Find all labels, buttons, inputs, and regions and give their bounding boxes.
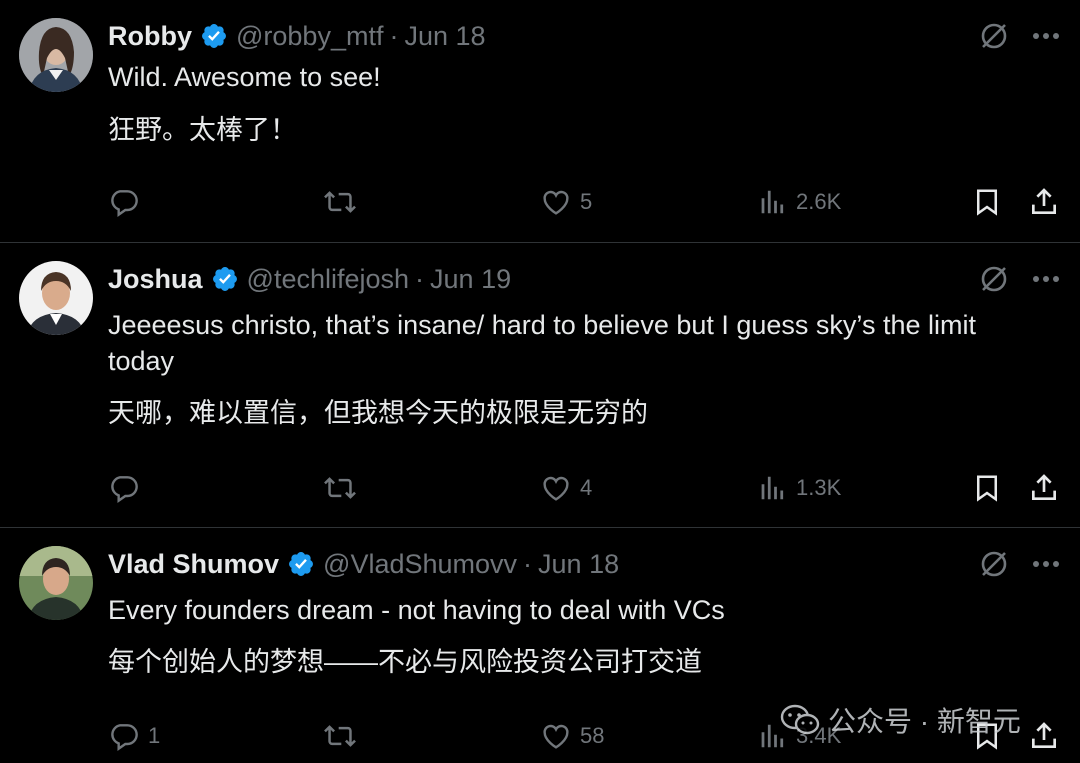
header-actions xyxy=(978,548,1060,580)
retweet-button[interactable] xyxy=(323,184,357,220)
avatar[interactable] xyxy=(19,546,93,620)
bookmark-button[interactable] xyxy=(972,470,1002,506)
share-button[interactable] xyxy=(1028,470,1060,506)
verified-badge-icon xyxy=(289,552,313,576)
header-actions xyxy=(978,20,1060,52)
heart-icon xyxy=(543,476,569,501)
retweet-button[interactable] xyxy=(323,718,357,754)
like-count: 5 xyxy=(580,189,593,214)
reply-icon xyxy=(111,724,138,751)
author-name[interactable]: Robby xyxy=(108,21,192,52)
views-button[interactable]: 2.6K xyxy=(758,184,841,220)
bookmark-icon xyxy=(977,475,997,502)
tweet-translation: 天哪，难以置信，但我想今天的极限是无穷的 xyxy=(108,398,648,428)
retweet-icon xyxy=(324,725,356,747)
views-chart-icon xyxy=(761,476,784,500)
views-button[interactable]: 1.3K xyxy=(758,470,841,506)
tweet-actions: 5 2.6K xyxy=(108,184,1080,220)
separator: · xyxy=(415,263,425,294)
like-count: 58 xyxy=(580,723,605,748)
wechat-icon xyxy=(780,704,820,735)
tweet-date[interactable]: Jun 18 xyxy=(538,549,619,580)
reply-icon xyxy=(111,476,138,503)
share-icon xyxy=(1032,188,1056,214)
header-actions xyxy=(978,263,1060,295)
bookmark-icon xyxy=(977,189,997,216)
avatar[interactable] xyxy=(19,261,93,335)
grok-icon[interactable] xyxy=(978,548,1010,580)
more-icon[interactable] xyxy=(1032,32,1060,40)
tweet-robby[interactable]: Robby @robby_mtf · Jun 18 Wild. Awesome … xyxy=(0,0,1080,242)
view-count: 2.6K xyxy=(796,189,842,214)
retweet-button[interactable] xyxy=(323,470,357,506)
tweet-actions: 4 1.3K xyxy=(108,470,1080,506)
separator: · xyxy=(523,548,533,579)
retweet-icon xyxy=(324,191,356,213)
like-count: 4 xyxy=(580,475,593,500)
author-name[interactable]: Joshua xyxy=(108,264,203,295)
heart-icon xyxy=(543,190,569,215)
tweet-text: Jeeeesus christo, that’s insane/ hard to… xyxy=(108,310,976,376)
avatar[interactable] xyxy=(19,18,93,92)
tweet-text: Every founders dream - not having to dea… xyxy=(108,595,725,625)
share-button[interactable] xyxy=(1028,718,1060,754)
tweet-text: Wild. Awesome to see! xyxy=(108,62,381,92)
watermark: 公众号 · 新智元 xyxy=(780,700,1021,740)
separator: · xyxy=(389,20,399,51)
share-icon xyxy=(1032,722,1056,748)
tweet-translation: 每个创始人的梦想——不必与风险投资公司打交道 xyxy=(108,647,702,677)
verified-badge-icon xyxy=(212,267,237,291)
tweet-translation: 狂野。太棒了！ xyxy=(108,115,297,145)
more-icon[interactable] xyxy=(1032,275,1060,283)
tweet-header: Robby @robby_mtf · Jun 18 xyxy=(108,18,486,54)
watermark-text: 公众号 · 新智元 xyxy=(828,706,1021,737)
author-handle[interactable]: @techlifejosh xyxy=(247,264,410,295)
heart-icon xyxy=(543,724,569,749)
share-icon xyxy=(1032,474,1056,500)
retweet-icon xyxy=(324,477,356,499)
like-button[interactable]: 58 xyxy=(540,718,604,754)
author-name[interactable]: Vlad Shumov xyxy=(108,549,279,580)
views-chart-icon xyxy=(761,190,784,214)
reply-button[interactable] xyxy=(108,184,148,220)
share-button[interactable] xyxy=(1028,184,1060,220)
tweet-joshua[interactable]: Joshua @techlifejosh · Jun 19 Jeeeesus c… xyxy=(0,243,1080,527)
tweet-header: Joshua @techlifejosh · Jun 19 xyxy=(108,261,511,297)
like-button[interactable]: 5 xyxy=(540,184,592,220)
like-button[interactable]: 4 xyxy=(540,470,592,506)
tweet-date[interactable]: Jun 18 xyxy=(404,21,485,52)
author-handle[interactable]: @robby_mtf xyxy=(236,21,383,52)
grok-icon[interactable] xyxy=(978,263,1010,295)
reply-icon xyxy=(111,190,138,217)
tweet-header: Vlad Shumov @VladShumovv · Jun 18 xyxy=(108,546,619,582)
author-handle[interactable]: @VladShumovv xyxy=(323,549,517,580)
reply-button[interactable]: 1 xyxy=(108,718,160,754)
grok-icon[interactable] xyxy=(978,20,1010,52)
reply-feed: Robby @robby_mtf · Jun 18 Wild. Awesome … xyxy=(0,0,1080,763)
view-count: 1.3K xyxy=(796,475,842,500)
bookmark-button[interactable] xyxy=(972,184,1002,220)
verified-badge-icon xyxy=(202,24,226,48)
tweet-date[interactable]: Jun 19 xyxy=(430,264,511,295)
reply-count: 1 xyxy=(148,723,161,748)
reply-button[interactable] xyxy=(108,470,148,506)
more-icon[interactable] xyxy=(1032,560,1060,568)
